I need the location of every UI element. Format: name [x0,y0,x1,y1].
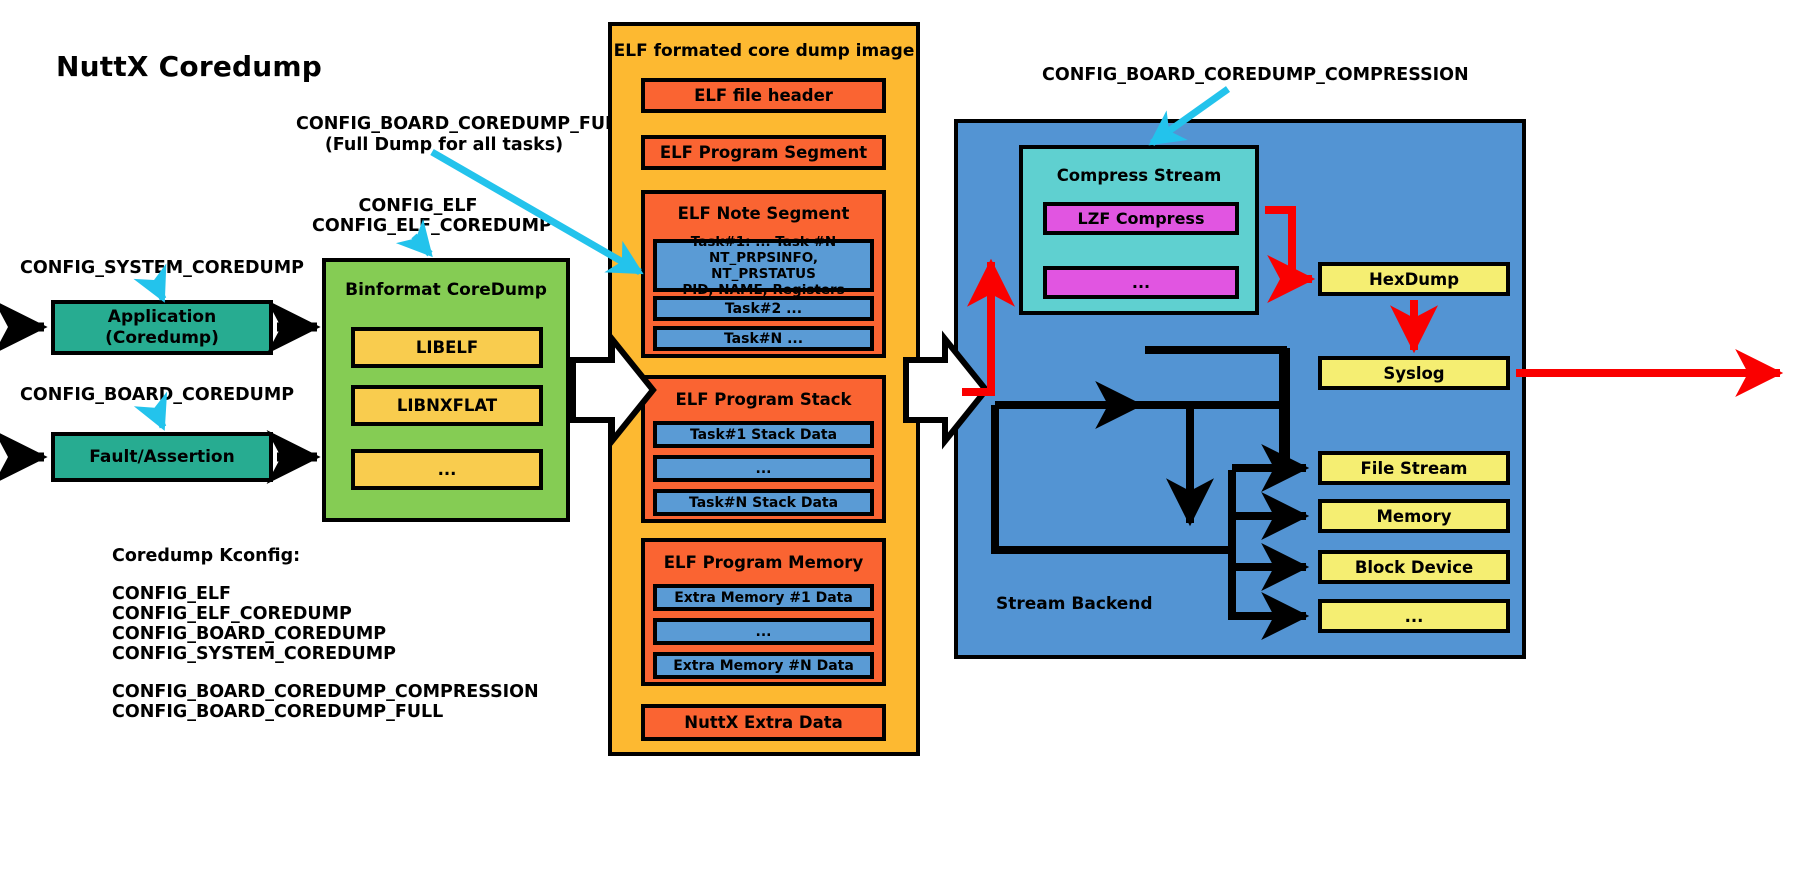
stack-chip-taskn[interactable]: Task#N Stack Data [653,489,874,516]
elf-program-memory-title: ELF Program Memory [663,553,864,572]
binformat-item-libnxflat[interactable]: LIBNXFLAT [351,385,543,426]
memory-chip-n[interactable]: Extra Memory #N Data [653,652,874,679]
annotation-elf-config-1: CONFIG_ELF [358,196,478,216]
binformat-item-label: LIBELF [415,338,479,357]
note-task2-chip[interactable]: Task#2 ... [653,296,874,321]
diagram-canvas: NuttX Coredump CONFIG_SYSTEM_COREDUMP CO… [0,0,1807,887]
block-device-label: Block Device [1354,557,1474,577]
application-label-line2: (Coredump) [105,327,219,348]
stream-backend-title: Stream Backend [996,594,1153,614]
memory-chip-more[interactable]: ... [653,618,874,645]
binformat-item-label: LIBNXFLAT [396,396,498,415]
stack-chip-task1[interactable]: Task#1 Stack Data [653,421,874,448]
note-task1-line1: Task#1: ... Task #N [690,233,837,250]
stack-chip-label: Task#1 Stack Data [689,426,838,443]
lzf-compress-box[interactable]: LZF Compress [1043,202,1239,235]
binformat-title: Binformat CoreDump [345,280,547,300]
page-title: NuttX Coredump [56,50,323,83]
annotation-board-coredump: CONFIG_BOARD_COREDUMP [20,385,295,405]
memory-chip-1[interactable]: Extra Memory #1 Data [653,584,874,611]
memory-chip-label: ... [755,623,772,640]
stack-chip-label: Task#N Stack Data [688,494,839,511]
compress-more-label: ... [1131,273,1151,292]
file-stream-box[interactable]: File Stream [1318,451,1510,485]
elf-note-segment-title: ELF Note Segment [677,204,850,223]
file-stream-label: File Stream [1360,458,1468,478]
memory-chip-label: Extra Memory #1 Data [674,589,853,606]
annotation-full-dump-2: (Full Dump for all tasks) [324,135,564,155]
syslog-label: Syslog [1383,363,1445,383]
kconfig-line-elf-coredump: CONFIG_ELF_COREDUMP [112,604,352,624]
stack-chip-more[interactable]: ... [653,455,874,482]
elf-program-stack-title: ELF Program Stack [675,390,852,409]
elf-program-segment-box[interactable]: ELF Program Segment [641,135,886,170]
binformat-item-label: ... [437,460,457,479]
note-task2-label: Task#2 ... [724,300,803,317]
application-label-line1: Application [107,306,217,327]
more-outputs-label: ... [1404,606,1424,626]
elf-file-header-label: ELF file header [694,86,833,105]
application-coredump-box[interactable]: Application (Coredump) [51,300,273,355]
stack-chip-label: ... [755,460,772,477]
nuttx-extra-data-label: NuttX Extra Data [684,713,843,732]
binformat-item-libelf[interactable]: LIBELF [351,327,543,368]
fault-assertion-box[interactable]: Fault/Assertion [51,432,273,482]
note-taskn-chip[interactable]: Task#N ... [653,326,874,351]
note-taskn-label: Task#N ... [723,330,804,347]
annotation-compression: CONFIG_BOARD_COREDUMP_COMPRESSION [1042,65,1469,85]
lzf-compress-label: LZF Compress [1077,209,1205,228]
nuttx-extra-data-box[interactable]: NuttX Extra Data [641,704,886,741]
kconfig-line-elf: CONFIG_ELF [112,584,232,604]
elf-image-title: ELF formated core dump image [613,41,915,61]
compress-stream-title: Compress Stream [1056,166,1222,185]
hexdump-label: HexDump [1368,269,1460,289]
memory-box[interactable]: Memory [1318,499,1510,533]
more-outputs-box[interactable]: ... [1318,599,1510,633]
kconfig-heading: Coredump Kconfig: [112,546,301,566]
kconfig-line-full: CONFIG_BOARD_COREDUMP_FULL [112,702,444,722]
fault-assertion-label: Fault/Assertion [89,447,235,467]
note-task1-line2: NT_PRPSINFO, NT_PRSTATUS [708,249,818,282]
memory-chip-label: Extra Memory #N Data [673,657,854,674]
elf-file-header-box[interactable]: ELF file header [641,78,886,113]
kconfig-line-board-coredump: CONFIG_BOARD_COREDUMP [112,624,387,644]
annotation-system-coredump: CONFIG_SYSTEM_COREDUMP [20,258,305,278]
annotation-elf-config-2: CONFIG_ELF_COREDUMP [312,216,552,236]
binformat-item-more[interactable]: ... [351,449,543,490]
annotation-full-dump-1: CONFIG_BOARD_COREDUMP_FULL [296,114,628,134]
elf-program-segment-label: ELF Program Segment [659,143,868,162]
hexdump-box[interactable]: HexDump [1318,262,1510,296]
compress-more-box[interactable]: ... [1043,266,1239,299]
kconfig-line-system-coredump: CONFIG_SYSTEM_COREDUMP [112,644,397,664]
block-device-box[interactable]: Block Device [1318,550,1510,584]
memory-label: Memory [1376,506,1452,526]
kconfig-line-compression: CONFIG_BOARD_COREDUMP_COMPRESSION [112,682,539,702]
syslog-box[interactable]: Syslog [1318,356,1510,390]
note-task1-chip[interactable]: Task#1: ... Task #N NT_PRPSINFO, NT_PRST… [653,234,874,298]
